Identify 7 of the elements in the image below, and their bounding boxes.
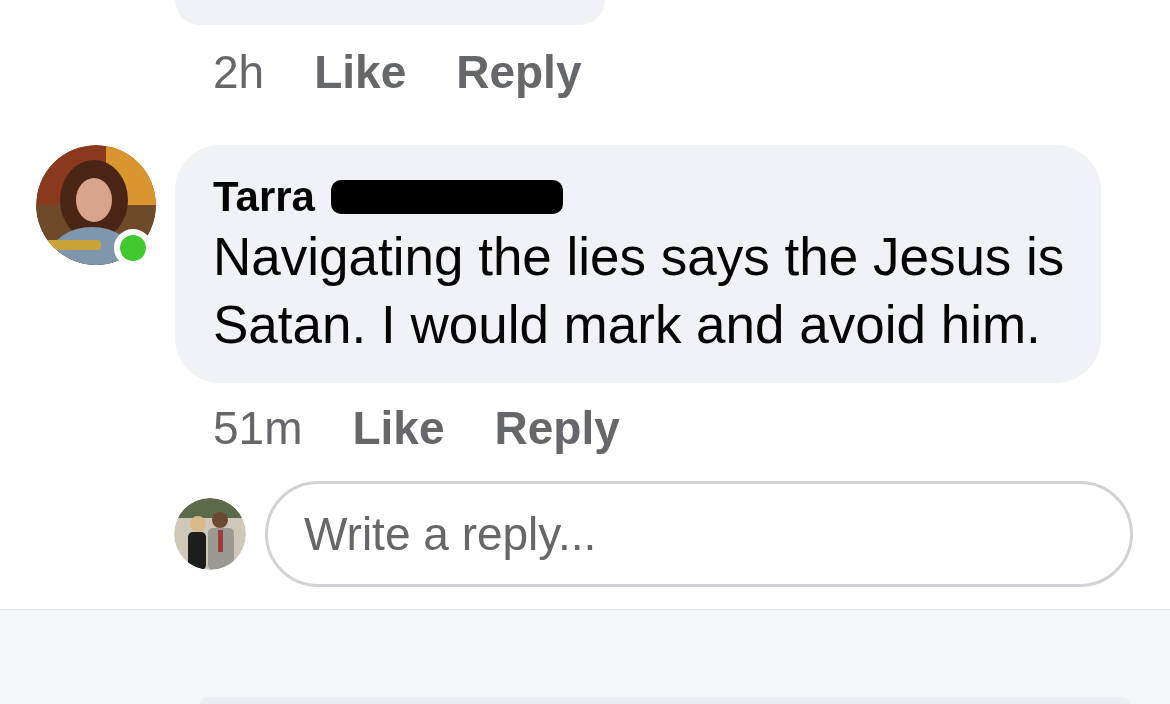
comment-time: 51m <box>213 405 303 451</box>
comment-text: Navigating the lies says the Jesus is Satan. I would mark and avoid him. <box>213 226 1066 356</box>
like-link[interactable]: Like <box>352 405 445 451</box>
author-name[interactable]: Tarra <box>213 171 315 223</box>
comment-time: 2h <box>213 49 265 95</box>
reply-input-field[interactable]: Write a reply... <box>265 481 1133 587</box>
like-link[interactable]: Like <box>314 49 407 95</box>
